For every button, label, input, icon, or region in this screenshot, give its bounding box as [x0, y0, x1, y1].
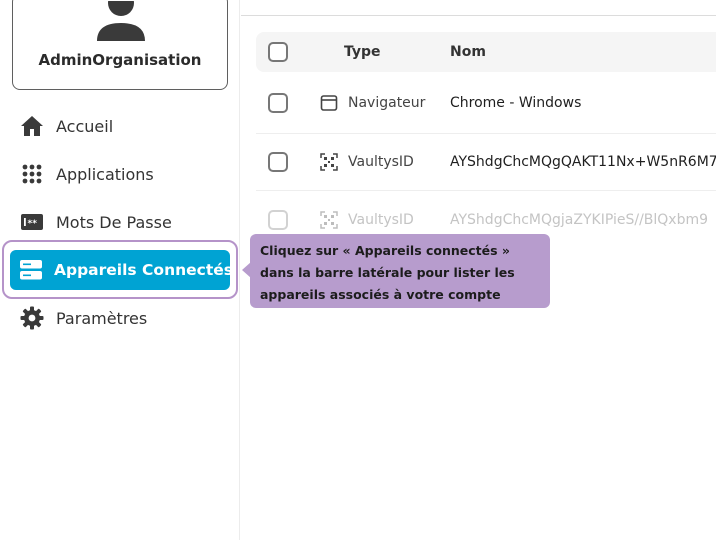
row-name: AYShdgChcMQgjaZYKIPieS//BlQxbm9 — [450, 212, 709, 228]
header-name[interactable]: Nom — [450, 44, 486, 60]
row-checkbox[interactable] — [268, 210, 288, 230]
sidebar-item-appareils-connectes[interactable]: Appareils Connectés — [10, 250, 233, 290]
sidebar-item-label: Paramètres — [56, 308, 148, 328]
row-checkbox[interactable] — [268, 92, 288, 113]
sidebar: AdminOrganisation Accueil Applications *… — [0, 0, 240, 540]
top-bar — [241, 0, 716, 16]
profile-card[interactable]: AdminOrganisation — [12, 0, 228, 90]
home-icon — [20, 114, 44, 138]
gear-icon — [20, 306, 44, 330]
password-icon: ** — [20, 210, 44, 234]
user-avatar-icon — [97, 1, 145, 41]
row-name: AYShdgChcMQgQAKT11Nx+W5nR6M7 — [450, 154, 716, 170]
sidebar-item-parametres[interactable]: Paramètres — [10, 298, 230, 338]
table-row[interactable]: VaultysID AYShdgChcMQgQAKT11Nx+W5nR6M7 — [256, 134, 716, 191]
profile-name: AdminOrganisation — [38, 51, 202, 69]
svg-text:**: ** — [28, 219, 38, 229]
devices-table: Type Nom Navigateur Chrome - Windows Vau… — [256, 32, 716, 249]
row-name: Chrome - Windows — [450, 94, 582, 111]
row-type: VaultysID — [348, 212, 414, 228]
apps-grid-icon — [20, 162, 44, 186]
table-header: Type Nom — [256, 32, 716, 72]
sidebar-item-mots-de-passe[interactable]: ** Mots De Passe — [10, 202, 230, 242]
sidebar-item-label: Mots De Passe — [56, 212, 172, 232]
sidebar-item-accueil[interactable]: Accueil — [10, 106, 230, 146]
sidebar-item-label: Appareils Connectés — [54, 261, 233, 279]
qr-scan-icon — [320, 153, 338, 171]
select-all-checkbox[interactable] — [268, 42, 288, 62]
sidebar-item-label: Accueil — [56, 116, 114, 136]
row-checkbox[interactable] — [268, 152, 288, 172]
devices-icon — [20, 258, 42, 282]
sidebar-item-label: Applications — [56, 164, 154, 184]
header-type[interactable]: Type — [344, 44, 381, 60]
tooltip-text: Cliquez sur « Appareils connectés » dans… — [260, 243, 515, 302]
sidebar-item-applications[interactable]: Applications — [10, 154, 230, 194]
table-row[interactable]: VaultysID AYShdgChcMQgjaZYKIPieS//BlQxbm… — [256, 191, 716, 249]
qr-scan-icon — [320, 211, 338, 229]
table-row[interactable]: Navigateur Chrome - Windows — [256, 72, 716, 134]
row-type: Navigateur — [348, 94, 426, 111]
row-type: VaultysID — [348, 154, 414, 170]
browser-window-icon — [320, 94, 338, 111]
